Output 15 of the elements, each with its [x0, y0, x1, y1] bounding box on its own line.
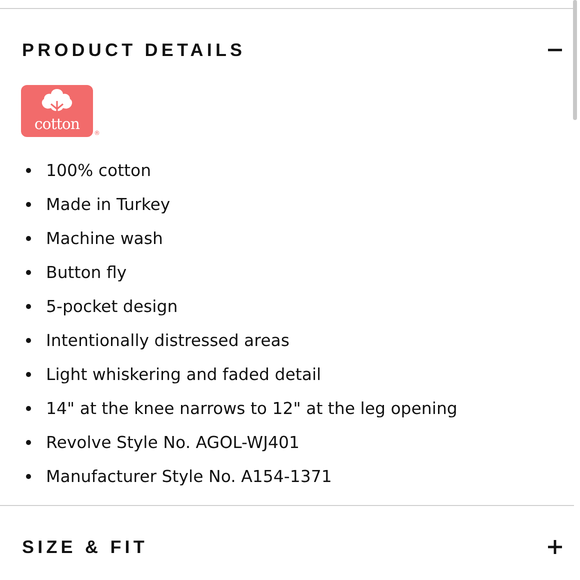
- detail-item: Intentionally distressed areas: [46, 330, 290, 350]
- scrollbar[interactable]: [573, 0, 577, 120]
- detail-item: Machine wash: [46, 228, 163, 248]
- detail-item: 5-pocket design: [46, 296, 178, 316]
- detail-item: Light whiskering and faded detail: [46, 364, 322, 384]
- detail-item: Manufacturer Style No. A154-1371: [46, 466, 332, 486]
- section-title[interactable]: SIZE & FIT: [22, 536, 148, 558]
- detail-item: 14" at the knee narrows to 12" at the leg opening: [46, 398, 458, 418]
- detail-item: 100% cotton: [46, 160, 152, 180]
- section-title[interactable]: PRODUCT DETAILS: [22, 40, 246, 60]
- detail-item: Button fly: [46, 262, 127, 282]
- cotton-logo: cotton: [21, 85, 93, 137]
- detail-item: Made in Turkey: [46, 194, 170, 214]
- expand-icon[interactable]: [548, 540, 562, 554]
- detail-item: Revolve Style No. AGOL-WJ401: [46, 432, 300, 452]
